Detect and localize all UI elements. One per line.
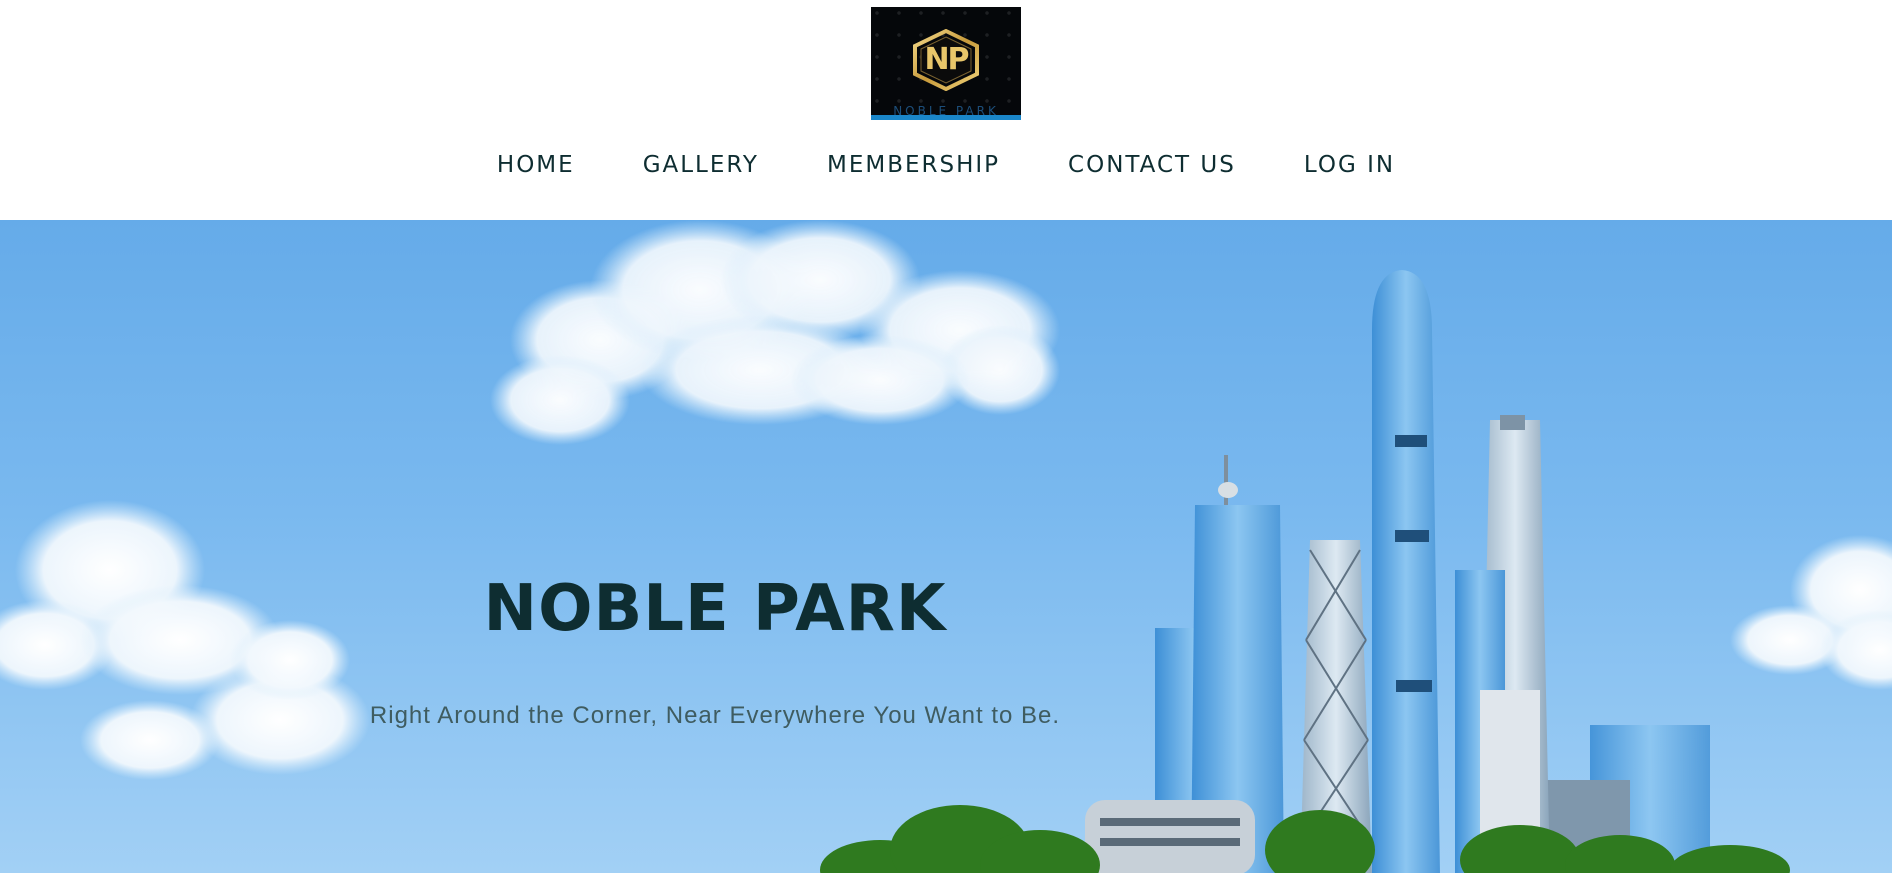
hero-subtitle: Right Around the Corner, Near Everywhere…: [369, 702, 1061, 729]
cloud-left: [0, 500, 370, 780]
nav-home[interactable]: HOME: [497, 148, 575, 182]
main-nav: HOME GALLERY MEMBERSHIP CONTACT US LOG I…: [0, 148, 1892, 182]
hero-banner: NOBLE PARK Right Around the Corner, Near…: [0, 220, 1892, 873]
city-skyline-background-image: [0, 220, 1892, 873]
site-logo[interactable]: NP NOBLE PARK: [871, 7, 1021, 120]
logo-accent-bar: [871, 115, 1021, 120]
skyline: [1085, 270, 1710, 873]
nav-membership[interactable]: MEMBERSHIP: [827, 148, 1000, 182]
nav-gallery[interactable]: GALLERY: [643, 148, 759, 182]
logo-initials: NP: [924, 42, 969, 77]
site-header: NP NOBLE PARK HOME GALLERY MEMBERSHIP CO…: [0, 0, 1892, 220]
cloud-top: [490, 220, 1060, 445]
cloud-right: [1730, 535, 1892, 690]
nav-log-in[interactable]: LOG IN: [1304, 148, 1395, 182]
hero-title: NOBLE PARK: [483, 572, 947, 646]
nav-contact-us[interactable]: CONTACT US: [1068, 148, 1236, 182]
